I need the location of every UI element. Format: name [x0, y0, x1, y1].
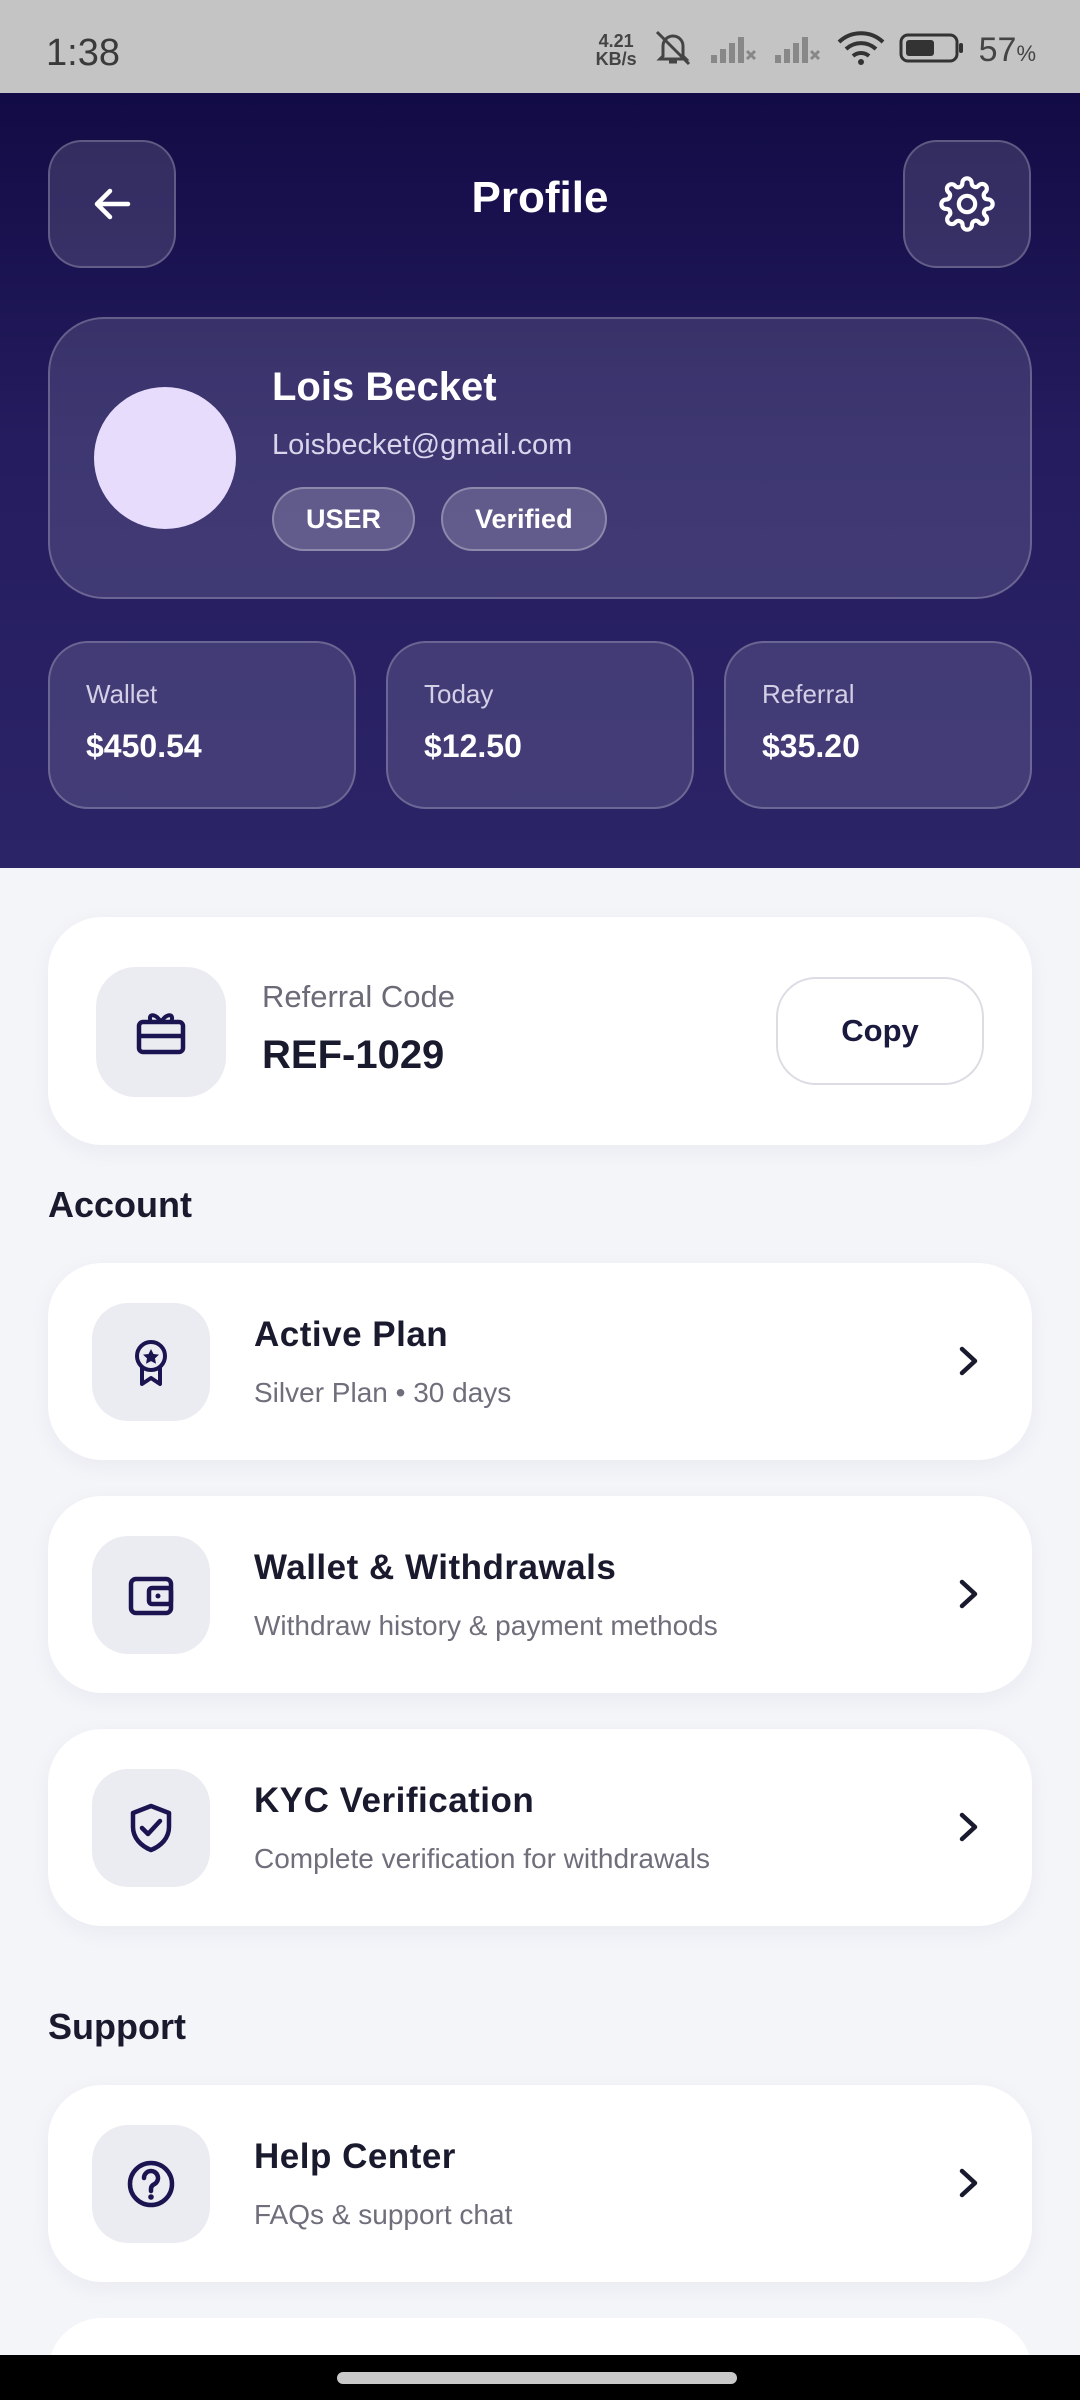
- battery-icon: [899, 31, 965, 70]
- home-indicator[interactable]: [337, 2372, 737, 2384]
- stat-label: Wallet: [86, 679, 158, 709]
- gift-card-icon: [136, 1013, 186, 1055]
- list-item-subtitle: Withdraw history & payment methods: [254, 1610, 718, 1641]
- icon-tile: [92, 2125, 210, 2243]
- help-circle-icon: [127, 2160, 175, 2208]
- icon-tile: [92, 1536, 210, 1654]
- stat-value: $12.50: [424, 728, 522, 764]
- referral-code-value: REF-1029: [262, 1033, 445, 1077]
- stat-value: $450.54: [86, 728, 202, 764]
- status-bar: 1:38 4.21 KB/s 57%: [0, 0, 1080, 93]
- icon-tile: [92, 1769, 210, 1887]
- list-item-wallet-withdrawals[interactable]: Wallet & Withdrawals Withdraw history & …: [48, 1496, 1032, 1693]
- wallet-icon: [128, 1576, 174, 1616]
- award-icon: [135, 1340, 167, 1386]
- list-item-help-center[interactable]: Help Center FAQs & support chat: [48, 2085, 1032, 2282]
- gear-icon: [939, 176, 995, 232]
- chevron-right-icon: [959, 2168, 978, 2198]
- chevron-right-icon: [959, 1346, 978, 1376]
- profile-card: Lois Becket Loisbecket@gmail.com USER Ve…: [48, 317, 1032, 599]
- mute-icon: [651, 28, 695, 73]
- list-item-title: Active Plan: [254, 1315, 449, 1354]
- role-badge: USER: [272, 487, 416, 551]
- list-item-kyc-verification[interactable]: KYC Verification Complete verification f…: [48, 1729, 1032, 1926]
- referral-card: Referral Code REF-1029 Copy: [48, 917, 1032, 1145]
- battery-percent: 57%: [978, 30, 1036, 69]
- stat-referral[interactable]: Referral $35.20: [724, 641, 1032, 809]
- network-speed: 4.21 KB/s: [595, 31, 637, 69]
- stat-label: Referral: [762, 679, 855, 709]
- status-icons: 4.21 KB/s 57%: [596, 30, 1036, 70]
- stat-wallet[interactable]: Wallet $450.54: [48, 641, 356, 809]
- wifi-icon: [837, 30, 885, 71]
- chevron-right-icon: [959, 1579, 978, 1609]
- profile-name: Lois Becket: [272, 365, 497, 409]
- chevron-right-icon: [959, 1812, 978, 1842]
- stat-today[interactable]: Today $12.50: [386, 641, 694, 809]
- stat-value: $35.20: [762, 728, 860, 764]
- list-item-subtitle: Silver Plan • 30 days: [254, 1377, 512, 1408]
- stat-label: Today: [424, 679, 494, 709]
- shield-check-icon: [130, 1803, 172, 1853]
- list-item-title: Help Center: [254, 2137, 456, 2176]
- profile-header: Profile Lois Becket Loisbecket@gmail.com…: [0, 93, 1080, 868]
- referral-icon-tile: [96, 967, 226, 1097]
- signal-icon-2: [773, 31, 823, 70]
- list-item-active-plan[interactable]: Active Plan Silver Plan • 30 days: [48, 1263, 1032, 1460]
- verified-badge: Verified: [441, 487, 607, 551]
- profile-email: Loisbecket@gmail.com: [272, 429, 573, 461]
- referral-code-label: Referral Code: [262, 979, 455, 1014]
- stats-row: Wallet $450.54 Today $12.50 Referral $35…: [48, 641, 1032, 809]
- list-item-title: Wallet & Withdrawals: [254, 1548, 617, 1587]
- profile-badges: USER Verified: [272, 487, 607, 551]
- section-heading-account: Account: [48, 1184, 192, 1225]
- copy-button[interactable]: Copy: [776, 977, 984, 1085]
- status-time: 1:38: [46, 32, 120, 74]
- icon-tile: [92, 1303, 210, 1421]
- settings-button[interactable]: [903, 140, 1031, 268]
- section-heading-support: Support: [48, 2006, 186, 2047]
- avatar[interactable]: [94, 387, 236, 529]
- list-item-title: KYC Verification: [254, 1781, 535, 1820]
- list-item-subtitle: FAQs & support chat: [254, 2199, 513, 2230]
- list-item-subtitle: Complete verification for withdrawals: [254, 1843, 710, 1874]
- signal-icon: [709, 31, 759, 70]
